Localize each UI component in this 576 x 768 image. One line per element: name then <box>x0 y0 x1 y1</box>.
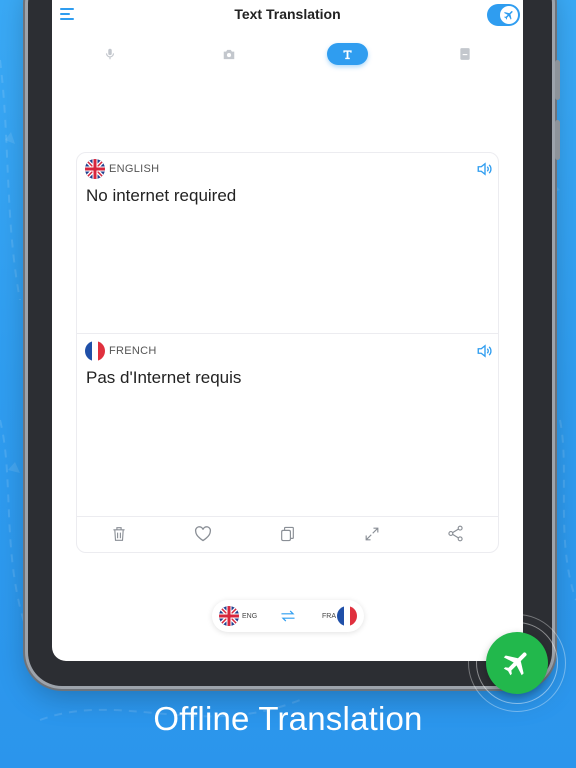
expand-icon <box>365 527 379 540</box>
delete-button[interactable] <box>77 515 161 552</box>
heart-icon <box>195 525 212 541</box>
page-title: Text Translation <box>234 6 341 22</box>
uk-flag-icon[interactable] <box>219 606 239 626</box>
airplane-icon <box>500 6 518 24</box>
side-button <box>555 60 560 100</box>
microphone-icon <box>105 48 115 60</box>
side-button <box>555 120 560 160</box>
target-language[interactable]: FRENCH <box>85 341 157 361</box>
action-bar <box>77 515 498 552</box>
offline-mode-button[interactable] <box>486 632 548 694</box>
share-button[interactable] <box>414 515 498 552</box>
target-language-name: FRENCH <box>109 345 157 357</box>
source-language-code[interactable]: ENG <box>242 613 257 620</box>
camera-icon <box>223 49 235 59</box>
promo-caption: Offline Translation <box>153 700 423 737</box>
language-switcher: ENG FRA <box>212 600 364 632</box>
tab-text[interactable] <box>327 43 368 65</box>
tab-dictionary[interactable] <box>455 43 475 65</box>
airplane-icon <box>503 652 527 676</box>
uk-flag-icon <box>85 159 105 179</box>
target-speaker-icon[interactable] <box>476 343 494 359</box>
france-flag-icon[interactable] <box>337 606 357 626</box>
tablet-frame: Text Translation ENGLISH No internet req… <box>28 0 560 686</box>
app-screen: Text Translation ENGLISH No internet req… <box>52 0 523 661</box>
tab-camera[interactable] <box>219 43 239 65</box>
offline-mode-toggle[interactable] <box>487 4 520 26</box>
divider <box>77 333 498 334</box>
source-language-name: ENGLISH <box>109 163 160 175</box>
tab-voice[interactable] <box>100 43 120 65</box>
translation-card: ENGLISH No internet required FRENCH Pas … <box>76 152 499 553</box>
target-language-code[interactable]: FRA <box>322 613 336 620</box>
share-icon <box>448 525 464 542</box>
text-icon <box>343 49 352 59</box>
swap-icon[interactable] <box>280 610 296 622</box>
trash-icon <box>113 526 125 541</box>
favorite-button[interactable] <box>161 515 245 552</box>
target-text: Pas d'Internet requis <box>86 368 242 387</box>
source-speaker-icon[interactable] <box>476 161 494 177</box>
copy-button[interactable] <box>245 515 329 552</box>
france-flag-icon <box>85 341 105 361</box>
fullscreen-button[interactable] <box>330 515 414 552</box>
book-icon <box>460 48 470 60</box>
copy-icon <box>281 526 294 541</box>
source-language[interactable]: ENGLISH <box>85 159 159 179</box>
source-text[interactable]: No internet required <box>86 186 236 206</box>
